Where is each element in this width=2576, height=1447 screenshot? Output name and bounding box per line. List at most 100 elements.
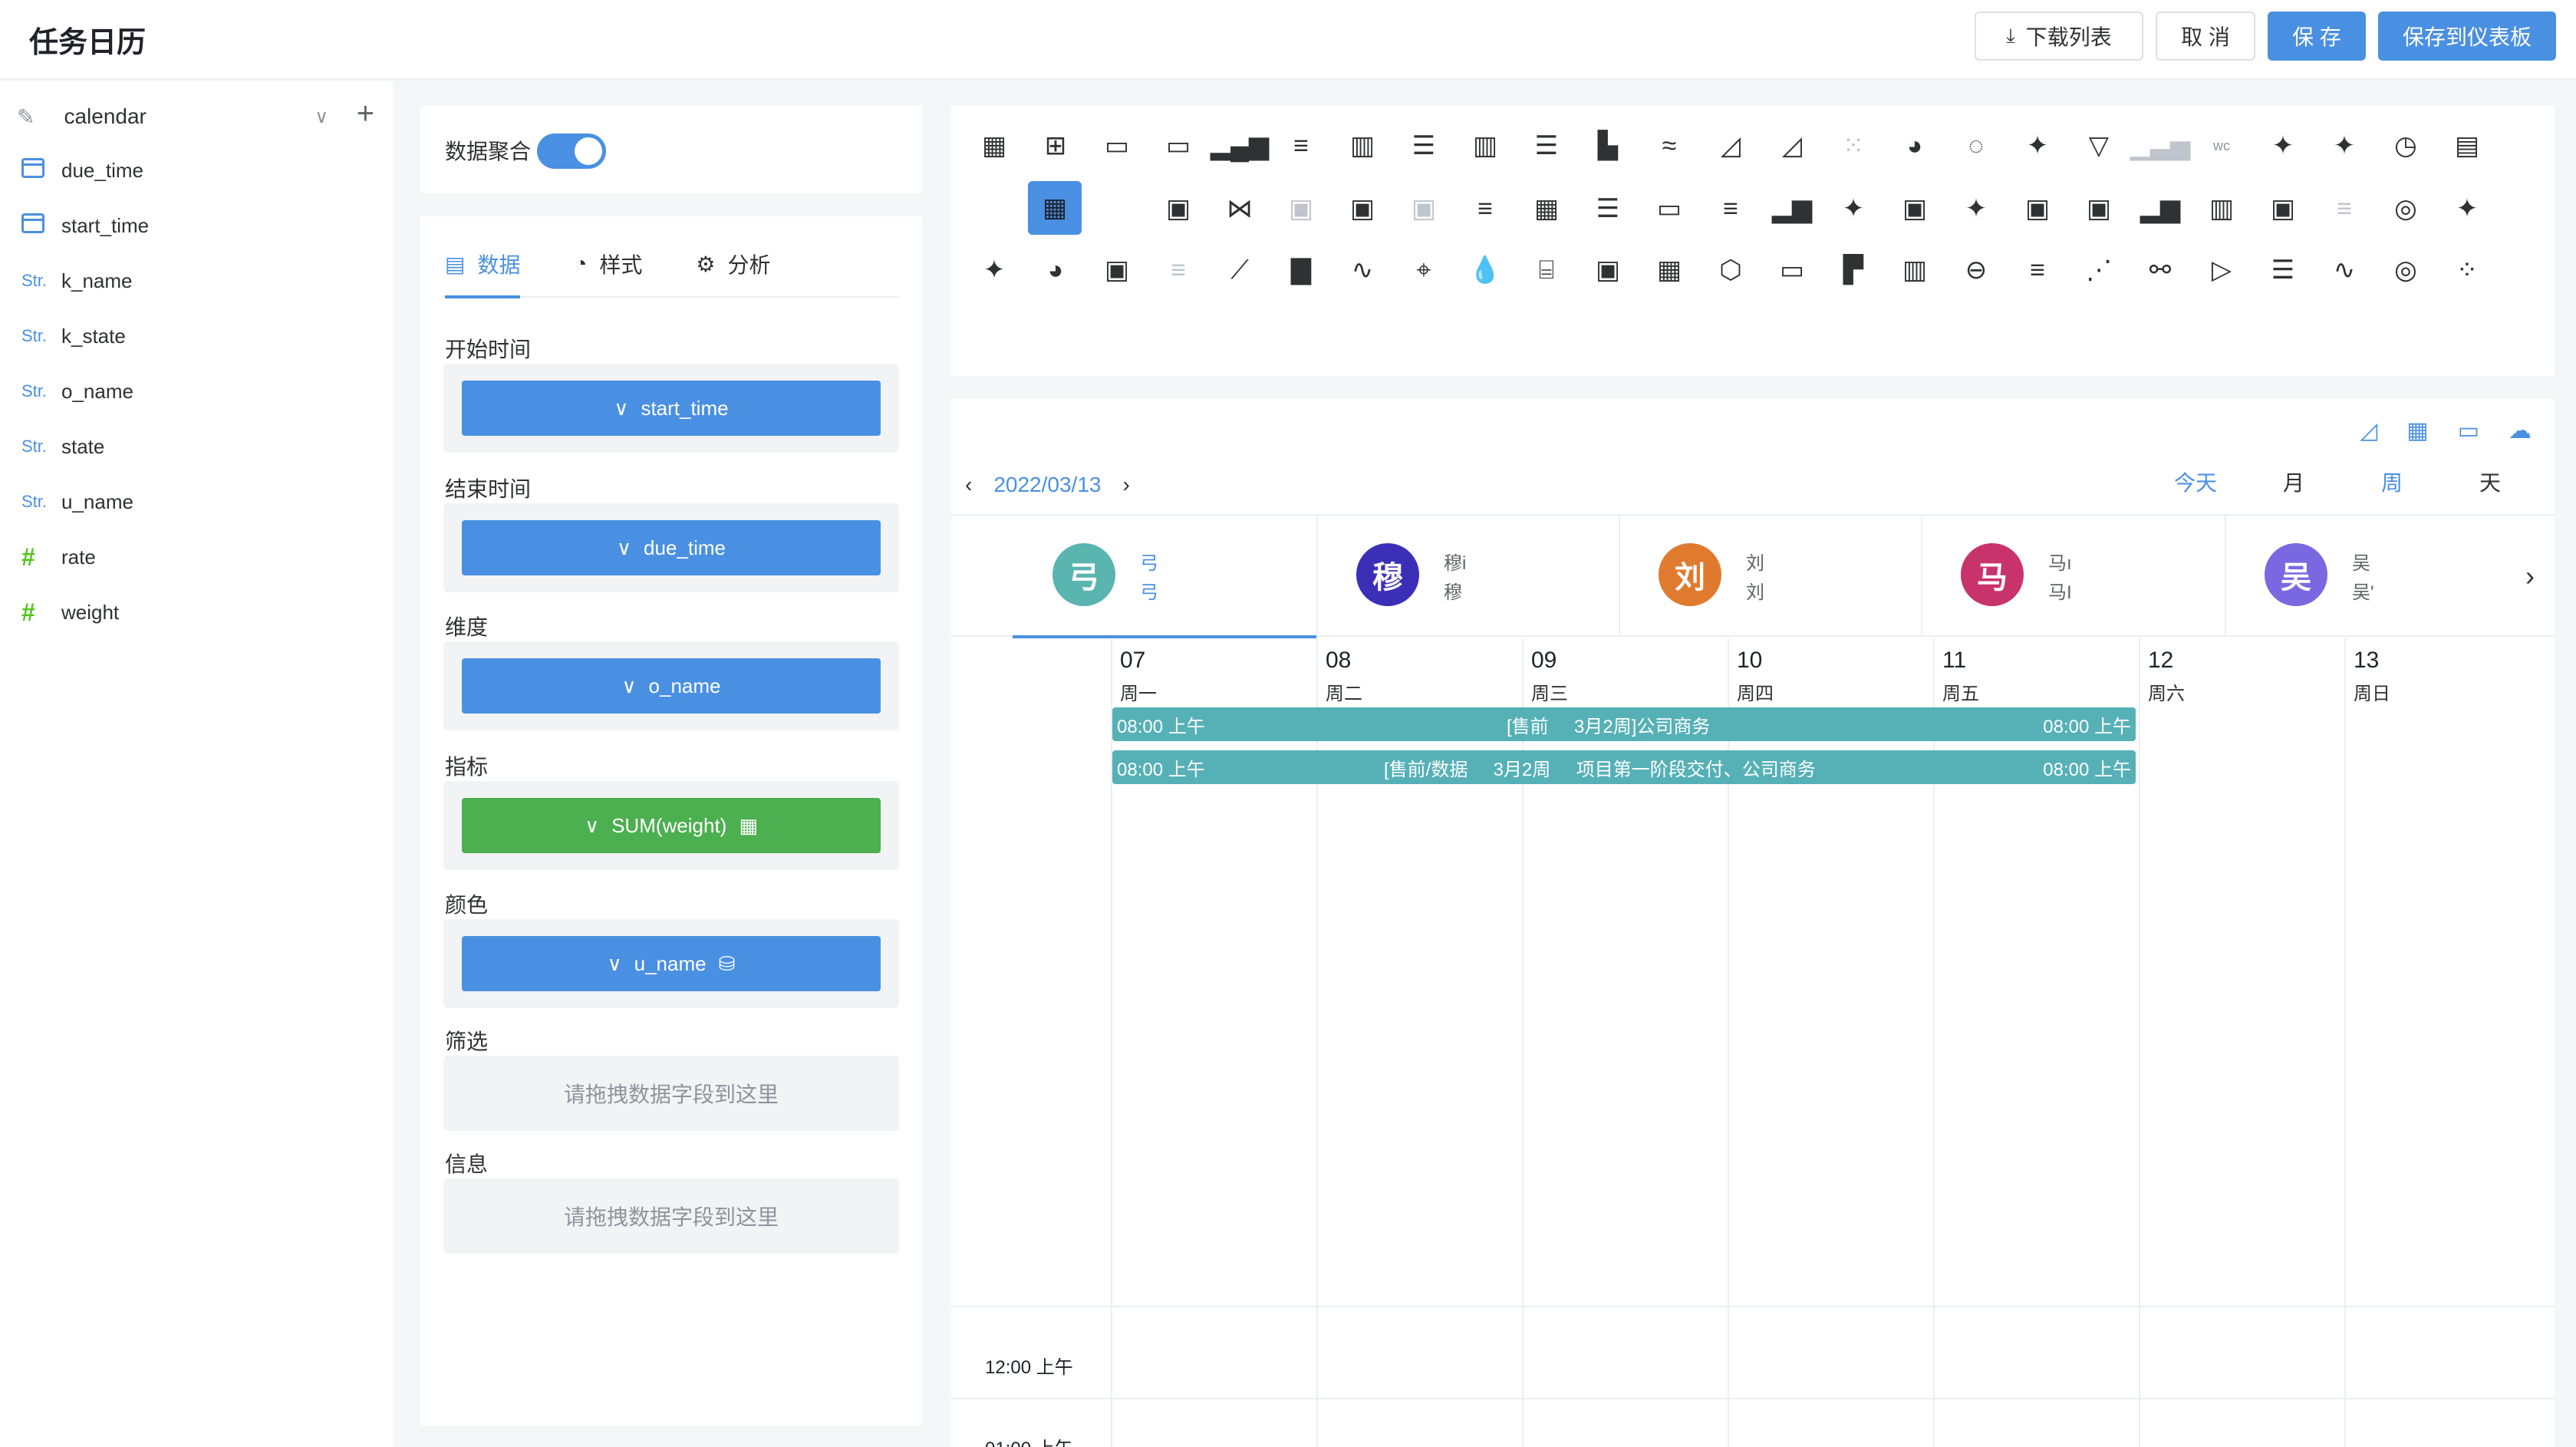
start-time-dropzone[interactable]: ∨ start_time <box>443 364 899 453</box>
chart-icon[interactable]: ▣ <box>1280 187 1323 230</box>
metric-pill[interactable]: ∨ SUM(weight) ▦ <box>462 798 881 853</box>
map-icon[interactable]: ✦ <box>2446 187 2489 230</box>
funnel-icon[interactable]: ▽ <box>2077 124 2120 167</box>
calendar-chart-icon[interactable]: ▦ <box>1028 181 1082 235</box>
end-time-dropzone[interactable]: ∨ due_time <box>443 503 899 592</box>
field-item[interactable]: Str. k_name <box>21 258 133 304</box>
save-to-dashboard-button[interactable]: 保存到仪表板 <box>2378 12 2556 61</box>
histogram-icon[interactable]: ▇ <box>1280 249 1323 292</box>
stacked-bar-icon[interactable]: ▥ <box>2200 187 2243 230</box>
china-map-icon[interactable]: ✦ <box>2261 124 2304 167</box>
edit-icon[interactable]: ✎ <box>17 104 35 130</box>
line-chart-icon[interactable]: ≈ <box>1648 124 1691 167</box>
chart-icon[interactable]: ▣ <box>1893 187 1936 230</box>
color-pill[interactable]: ∨ u_name ⛁ <box>462 936 881 991</box>
scatter-icon[interactable]: ⁙ <box>1832 124 1875 167</box>
person-tab[interactable]: 穆 穆i 穆 <box>1318 516 1620 635</box>
stacked-area-icon[interactable]: ◿ <box>1771 124 1813 167</box>
metric-dropzone[interactable]: ∨ SUM(weight) ▦ <box>443 781 899 870</box>
gantt-icon[interactable]: ☰ <box>2261 249 2304 292</box>
pie-chart-icon[interactable]: ◕ <box>1893 124 1936 167</box>
view-month[interactable]: 月 <box>2245 466 2343 497</box>
kpi-card-icon[interactable]: ▭ <box>1095 124 1138 167</box>
screen-icon[interactable]: ▭ <box>1771 249 1813 292</box>
bar-chart-icon[interactable]: ▂▆ <box>1771 187 1813 230</box>
field-item[interactable]: due_time <box>21 147 143 193</box>
cube-icon[interactable]: ⬡ <box>1709 249 1752 292</box>
table-icon[interactable]: ▦ <box>1525 187 1568 230</box>
grouped-bar-icon[interactable]: ▥ <box>1341 124 1384 167</box>
pie-chart-icon[interactable]: ◕ <box>1034 249 1077 292</box>
download-list-button[interactable]: ⤓ 下载列表 <box>1975 12 2143 61</box>
end-time-pill[interactable]: ∨ due_time <box>462 520 881 575</box>
info-dropzone[interactable]: 请拖拽数据字段到这里 <box>443 1178 899 1254</box>
tab-data[interactable]: ▤ 数据 <box>445 231 521 298</box>
dot-matrix-icon[interactable]: ⁘ <box>2446 249 2489 292</box>
person-tab[interactable]: 马 马ı 马I <box>1922 516 2226 635</box>
chart-icon[interactable]: ▣ <box>2077 187 2120 230</box>
horizontal-bar-icon[interactable]: ≡ <box>1709 187 1752 230</box>
progress-bar-icon[interactable]: ▁▃▅ <box>2130 124 2190 167</box>
list-table-icon[interactable]: ☰ <box>1586 187 1629 230</box>
current-date[interactable]: 2022/03/13 <box>993 473 1101 497</box>
table-chart-icon[interactable]: ▦ <box>973 124 1016 167</box>
cloud-download-icon[interactable]: ☁ <box>2508 417 2532 444</box>
chevron-down-icon[interactable]: ∨ <box>315 106 328 128</box>
map-icon[interactable]: ✦ <box>973 249 1016 292</box>
tab-analysis[interactable]: ⚙ 分析 <box>696 231 770 297</box>
chart-icon[interactable]: ▣ <box>1341 187 1384 230</box>
horizontal-grouped-bar-icon[interactable]: ☰ <box>1402 124 1445 167</box>
gauge-icon[interactable]: ◷ <box>2384 124 2427 167</box>
map-icon[interactable]: ✦ <box>1955 187 1998 230</box>
trend-chart-icon[interactable]: ⟋ <box>1218 249 1261 292</box>
pulse-line-icon[interactable]: ∿ <box>1341 249 1384 292</box>
cancel-button[interactable]: 取 消 <box>2156 12 2255 61</box>
start-time-pill[interactable]: ∨ start_time <box>462 381 881 436</box>
area-chart-icon[interactable]: ◿ <box>1709 124 1752 167</box>
word-cloud-icon[interactable]: wc <box>2200 124 2243 167</box>
waterfall-icon[interactable]: ▙ <box>1586 124 1629 167</box>
pivot-table-icon[interactable]: ⊞ <box>1034 124 1077 167</box>
chart-icon[interactable]: ▣ <box>2016 187 2059 230</box>
radar-icon[interactable]: ◎ <box>2384 249 2427 292</box>
map-icon[interactable]: ✦ <box>1832 187 1875 230</box>
prev-arrow-icon[interactable]: ‹ <box>965 473 972 497</box>
monitor-icon[interactable]: ⌸ <box>1525 249 1568 292</box>
number-card-icon[interactable]: ▭ <box>1648 187 1691 230</box>
stacked-bar-icon[interactable]: ▥ <box>1464 124 1507 167</box>
field-item[interactable]: start_time <box>21 203 149 249</box>
treemap-icon[interactable]: ▛ <box>1832 249 1875 292</box>
bubble-map-icon[interactable]: ✦ <box>2323 124 2366 167</box>
dataset-selector[interactable]: ✎ calendar ∨ + <box>17 95 377 138</box>
map-icon[interactable]: ✦ <box>2016 124 2059 167</box>
view-day[interactable]: 天 <box>2441 466 2539 497</box>
field-item[interactable]: Str. k_state <box>21 313 126 359</box>
sankey-icon[interactable]: ⊖ <box>1955 249 1998 292</box>
chart-icon[interactable]: ▣ <box>1402 187 1445 230</box>
add-icon[interactable]: + <box>357 97 374 131</box>
number-card-icon[interactable]: ▭ <box>1157 124 1200 167</box>
column-chart-icon[interactable]: ▥ <box>1893 249 1936 292</box>
bar-chart-icon[interactable]: ▂▄▆ <box>1211 124 1269 167</box>
donut-chart-icon[interactable]: ◌ <box>1955 124 1998 167</box>
view-today[interactable]: 今天 <box>2146 466 2245 497</box>
stacked-horizontal-bar-icon[interactable]: ☰ <box>1525 124 1568 167</box>
horizontal-bar-icon[interactable]: ≡ <box>1464 187 1507 230</box>
filter-dropzone[interactable]: 请拖拽数据字段到这里 <box>443 1056 899 1131</box>
next-arrow-icon[interactable]: › <box>1122 473 1129 497</box>
chart-icon[interactable]: ▣ <box>1586 249 1629 292</box>
calendar-event[interactable]: 08:00 上午 [售前/数据 3月2周 项目第一阶段交付、公司商务 08:00… <box>1112 750 2136 784</box>
save-button[interactable]: 保 存 <box>2268 12 2366 61</box>
pulse-line-icon[interactable]: ∿ <box>2323 249 2366 292</box>
field-item[interactable]: Str. o_name <box>21 368 133 414</box>
radar-icon[interactable]: ◎ <box>2384 187 2427 230</box>
dimension-pill[interactable]: ∨ o_name <box>462 658 881 714</box>
color-dropzone[interactable]: ∨ u_name ⛁ <box>443 919 899 1008</box>
grid-icon[interactable]: ▦ <box>1648 249 1691 292</box>
view-week[interactable]: 周 <box>2343 466 2441 497</box>
link-icon[interactable]: ⚯ <box>2139 249 2182 292</box>
calendar-event[interactable]: 08:00 上午 [售前 3月2周]公司商务 08:00 上午 <box>1112 707 2136 741</box>
next-people-arrow-icon[interactable]: › <box>2525 560 2535 592</box>
chart-icon[interactable]: ▣ <box>1095 249 1138 292</box>
table-icon[interactable]: ▦ <box>2406 417 2428 444</box>
